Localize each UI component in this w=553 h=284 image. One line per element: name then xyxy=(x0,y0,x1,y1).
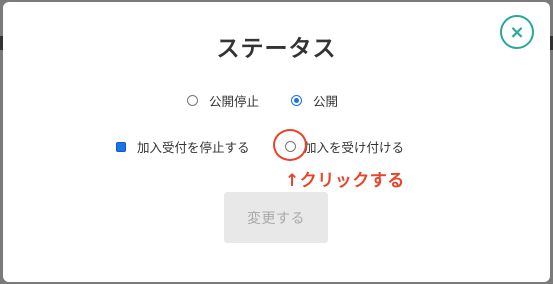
radio-option-stop-join[interactable]: 加入受付を停止する xyxy=(116,137,250,156)
radio-label-unpublish: 公開停止 xyxy=(209,94,260,109)
radio-unpublish[interactable] xyxy=(187,95,198,106)
status-modal: ステータス × 公開停止 公開 加入受付を停止する 加入を受け付ける ↑クリック… xyxy=(3,2,550,282)
click-highlight-circle xyxy=(273,129,307,161)
radio-label-accept-join: 加入を受け付ける xyxy=(304,140,405,155)
radio-publish[interactable] xyxy=(291,95,302,106)
radio-label-publish: 公開 xyxy=(313,94,339,109)
click-annotation: ↑クリックする xyxy=(285,171,405,191)
radio-option-publish[interactable]: 公開 xyxy=(291,91,338,110)
change-button[interactable]: 変更する xyxy=(224,192,328,243)
radio-label-stop-join: 加入受付を停止する xyxy=(137,140,250,155)
radio-stop-join[interactable] xyxy=(116,141,126,152)
close-button[interactable]: × xyxy=(500,15,534,49)
radio-option-unpublish[interactable]: 公開停止 xyxy=(187,91,259,110)
modal-title: ステータス xyxy=(216,36,337,62)
close-icon: × xyxy=(509,21,525,43)
